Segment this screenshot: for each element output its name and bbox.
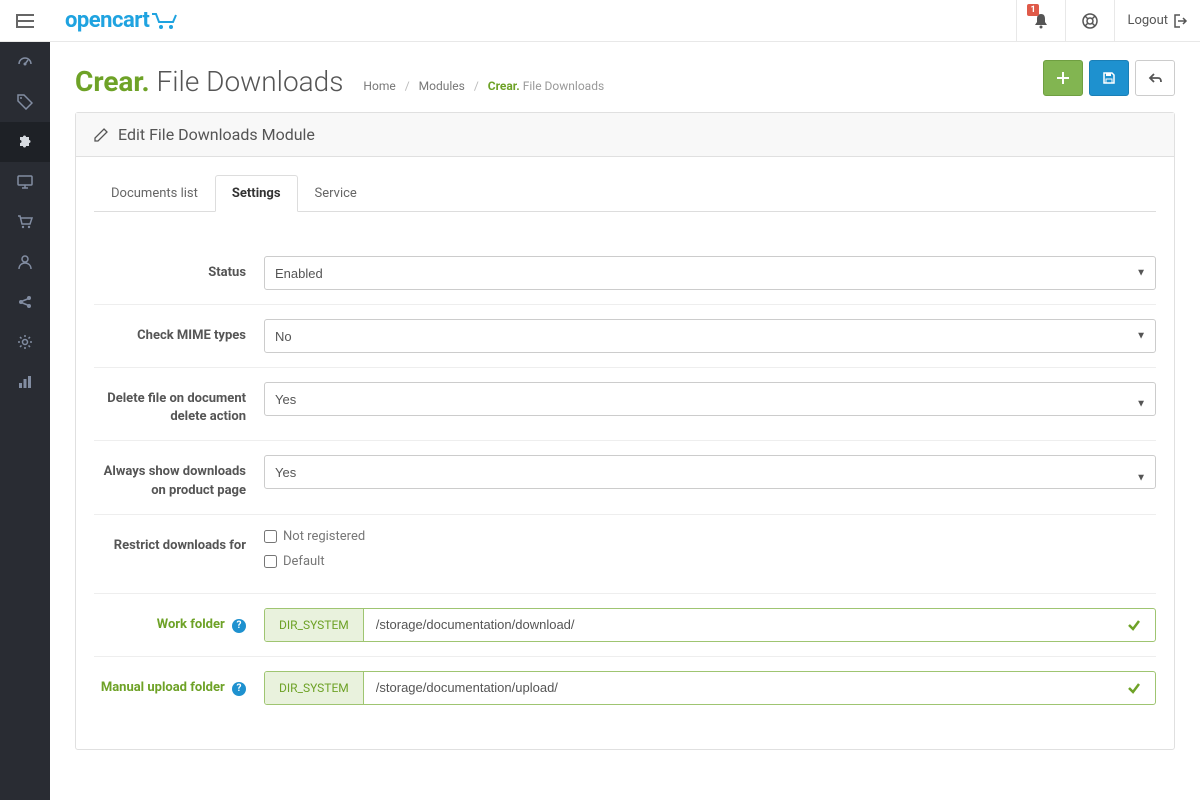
help-icon[interactable]: ? xyxy=(232,682,246,696)
notifications-button[interactable]: 1 xyxy=(1016,0,1065,42)
field-upload-folder: Manual upload folder ? DIR_SYSTEM xyxy=(94,657,1156,719)
pencil-icon xyxy=(94,128,108,142)
notif-badge: 1 xyxy=(1027,4,1038,16)
logout-label: Logout xyxy=(1127,13,1168,28)
chart-icon xyxy=(17,374,33,390)
panel-heading-text: Edit File Downloads Module xyxy=(118,125,315,144)
shopping-cart-icon xyxy=(17,214,33,230)
panel-body: Documents list Settings Service Status E… xyxy=(76,157,1174,749)
sidebar xyxy=(0,42,50,800)
tag-icon xyxy=(17,94,33,110)
upload-folder-input[interactable] xyxy=(364,672,1113,704)
select-status[interactable]: Enabled xyxy=(264,256,1156,290)
restrict-opt-not-registered[interactable]: Not registered xyxy=(264,529,1156,544)
upload-folder-input-group: DIR_SYSTEM xyxy=(264,671,1156,705)
page-title-suffix: File Downloads xyxy=(156,65,343,98)
layout: Crear. File Downloads Home / Modules / C… xyxy=(0,42,1200,800)
restrict-opt-default[interactable]: Default xyxy=(264,554,1156,569)
sidebar-catalog[interactable] xyxy=(0,82,50,122)
upload-folder-prefix: DIR_SYSTEM xyxy=(265,672,364,704)
breadcrumb-current: Crear. File Downloads xyxy=(488,79,604,93)
save-icon xyxy=(1102,71,1116,85)
puzzle-icon xyxy=(17,134,33,150)
checkbox-label: Not registered xyxy=(283,529,365,544)
sidebar-sales[interactable] xyxy=(0,202,50,242)
field-status: Status Enabled ▼ xyxy=(94,242,1156,305)
save-button[interactable] xyxy=(1089,60,1129,96)
tab-documents[interactable]: Documents list xyxy=(94,175,215,212)
monitor-icon xyxy=(17,174,33,190)
label-restrict: Restrict downloads for xyxy=(94,529,264,579)
gear-icon xyxy=(17,334,33,350)
field-always-show: Always show downloads on product page Ye… xyxy=(94,441,1156,514)
reply-icon xyxy=(1148,71,1162,85)
top-header: opencart 1 Logout xyxy=(0,0,1200,42)
sidebar-design[interactable] xyxy=(0,162,50,202)
breadcrumb: Home / Modules / Crear. File Downloads xyxy=(363,79,604,98)
label-always-show: Always show downloads on product page xyxy=(94,455,264,499)
help-button[interactable] xyxy=(1065,0,1114,42)
logout-button[interactable]: Logout xyxy=(1114,0,1200,42)
breadcrumb-sep: / xyxy=(405,79,410,93)
sidebar-system[interactable] xyxy=(0,322,50,362)
label-mime: Check MIME types xyxy=(94,319,264,353)
work-folder-input[interactable] xyxy=(364,609,1113,641)
user-icon xyxy=(17,254,33,270)
panel: Edit File Downloads Module Documents lis… xyxy=(75,112,1175,750)
add-button[interactable] xyxy=(1043,60,1083,96)
dashboard-icon xyxy=(17,54,33,70)
work-folder-input-group: DIR_SYSTEM xyxy=(264,608,1156,642)
checkbox-label: Default xyxy=(283,554,325,569)
page-header: Crear. File Downloads Home / Modules / C… xyxy=(50,42,1200,112)
logout-icon xyxy=(1174,14,1188,28)
label-delete: Delete file on document delete action xyxy=(94,382,264,426)
sidebar-dashboard[interactable] xyxy=(0,42,50,82)
label-work-folder: Work folder ? xyxy=(94,608,264,642)
sidebar-customers[interactable] xyxy=(0,242,50,282)
label-status: Status xyxy=(94,256,264,290)
field-mime: Check MIME types No ▼ xyxy=(94,305,1156,368)
sidebar-marketing[interactable] xyxy=(0,282,50,322)
field-work-folder: Work folder ? DIR_SYSTEM xyxy=(94,594,1156,657)
check-icon xyxy=(1113,672,1155,704)
field-delete: Delete file on document delete action Ye… xyxy=(94,368,1156,441)
tabs: Documents list Settings Service xyxy=(94,175,1156,212)
header-right: 1 Logout xyxy=(1016,0,1200,42)
logo-text: opencart xyxy=(65,8,149,33)
help-icon[interactable]: ? xyxy=(232,619,246,633)
label-upload-folder: Manual upload folder ? xyxy=(94,671,264,705)
field-restrict: Restrict downloads for Not registered De… xyxy=(94,515,1156,594)
tab-service[interactable]: Service xyxy=(298,175,374,212)
main: Crear. File Downloads Home / Modules / C… xyxy=(50,42,1200,800)
back-button[interactable] xyxy=(1135,60,1175,96)
select-always-show[interactable]: Yes xyxy=(264,455,1156,489)
logo[interactable]: opencart xyxy=(50,8,179,33)
check-icon xyxy=(1113,609,1155,641)
tab-settings[interactable]: Settings xyxy=(215,175,298,212)
page-title: Crear. File Downloads xyxy=(75,65,343,98)
sidebar-extensions[interactable] xyxy=(0,122,50,162)
select-delete[interactable]: Yes xyxy=(264,382,1156,416)
menu-toggle-button[interactable] xyxy=(0,0,50,42)
work-folder-prefix: DIR_SYSTEM xyxy=(265,609,364,641)
plus-icon xyxy=(1056,71,1070,85)
breadcrumb-sep: / xyxy=(474,79,479,93)
lifebuoy-icon xyxy=(1082,13,1098,29)
header-actions xyxy=(1043,60,1175,98)
sidebar-reports[interactable] xyxy=(0,362,50,402)
panel-heading: Edit File Downloads Module xyxy=(76,113,1174,157)
checkbox-not-registered[interactable] xyxy=(264,530,277,543)
page-title-prefix: Crear. xyxy=(75,65,150,98)
breadcrumb-modules[interactable]: Modules xyxy=(419,79,465,93)
checkbox-default[interactable] xyxy=(264,555,277,568)
cart-icon xyxy=(151,12,179,30)
menu-collapse-icon xyxy=(16,14,34,28)
share-icon xyxy=(17,294,33,310)
select-mime[interactable]: No xyxy=(264,319,1156,353)
breadcrumb-home[interactable]: Home xyxy=(363,79,395,93)
